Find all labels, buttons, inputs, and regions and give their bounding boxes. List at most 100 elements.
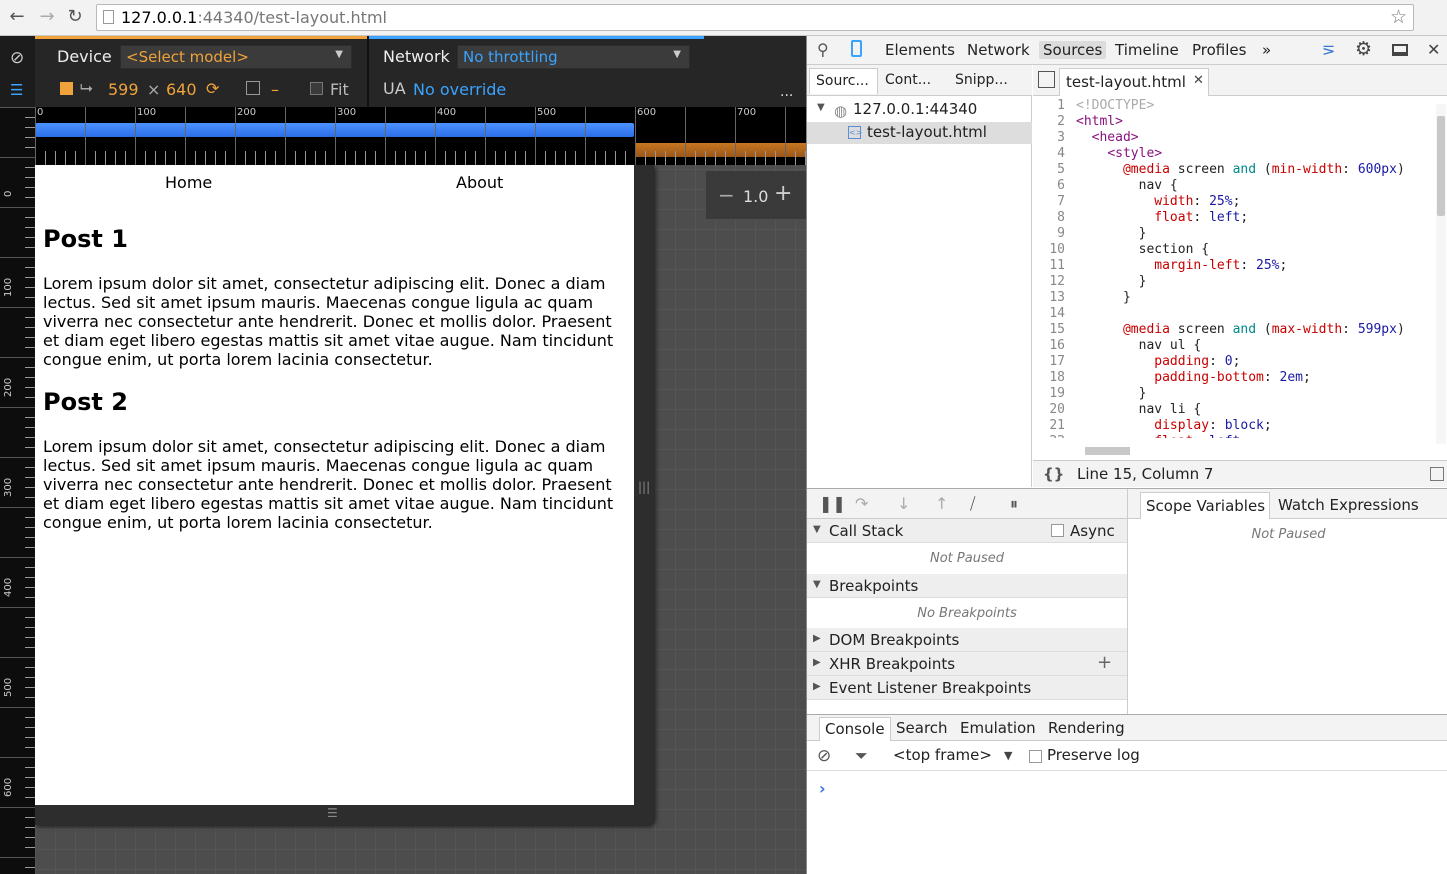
tab-emulation[interactable]: Emulation — [960, 719, 1036, 737]
add-xhr-breakpoint-icon[interactable]: + — [1097, 652, 1112, 673]
media-queries-icon[interactable]: ☰ — [10, 81, 23, 99]
tab-watch-expressions[interactable]: Watch Expressions — [1278, 496, 1419, 514]
rotate-icon[interactable]: ⟳ — [206, 79, 219, 98]
code-line[interactable]: 13 } — [1033, 290, 1433, 306]
line-number[interactable]: 19 — [1033, 386, 1065, 401]
code-line[interactable]: 20 nav li { — [1033, 402, 1433, 418]
code-line[interactable]: 8 float: left; — [1033, 210, 1433, 226]
drawer-toggle-icon[interactable]: ⋝ — [1322, 40, 1335, 59]
tab-elements[interactable]: Elements — [885, 41, 955, 59]
line-number[interactable]: 11 — [1033, 258, 1065, 273]
pause-icon[interactable]: ❚❚ — [819, 494, 846, 513]
line-number[interactable]: 18 — [1033, 370, 1065, 385]
tab-scope-variables[interactable]: Scope Variables — [1140, 492, 1270, 519]
tab-snippets[interactable]: Snipp... — [955, 72, 1008, 88]
tab-timeline[interactable]: Timeline — [1115, 41, 1179, 59]
line-number[interactable]: 7 — [1033, 194, 1065, 209]
line-number[interactable]: 17 — [1033, 354, 1065, 369]
reload-icon[interactable]: ↻ — [64, 6, 86, 28]
swap-dimensions-icon[interactable]: ⮡ — [80, 78, 93, 98]
code-line[interactable]: 12 } — [1033, 274, 1433, 290]
line-number[interactable]: 4 — [1033, 146, 1065, 161]
code-line[interactable]: 16 nav ul { — [1033, 338, 1433, 354]
tab-content-scripts[interactable]: Cont... — [885, 72, 931, 88]
pause-on-exceptions-icon[interactable]: ⏸ — [1010, 494, 1018, 514]
code-line[interactable]: 6 nav { — [1033, 178, 1433, 194]
height-field[interactable]: 640 — [166, 80, 197, 99]
line-number[interactable]: 16 — [1033, 338, 1065, 353]
line-number[interactable]: 5 — [1033, 162, 1065, 177]
line-number[interactable]: 1 — [1033, 98, 1065, 113]
zoom-in-button[interactable]: + — [774, 181, 792, 206]
line-number[interactable]: 22 — [1033, 434, 1065, 438]
clear-console-icon[interactable]: ⊘ — [817, 746, 831, 766]
gear-icon[interactable]: ⚙ — [1355, 38, 1372, 60]
code-line[interactable]: 21 display: block; — [1033, 418, 1433, 434]
line-number[interactable]: 8 — [1033, 210, 1065, 225]
line-number[interactable]: 10 — [1033, 242, 1065, 257]
tab-sources[interactable]: Sourc... — [809, 68, 878, 94]
code-line[interactable]: 5 @media screen and (min-width: 600px) — [1033, 162, 1433, 178]
disable-emulation-icon[interactable]: ⊘ — [10, 48, 24, 68]
console-prompt[interactable]: › — [819, 779, 826, 798]
code-line[interactable]: 4 <style> — [1033, 146, 1433, 162]
network-throttle-select[interactable]: No throttling ▼ — [457, 45, 690, 69]
async-checkbox[interactable] — [1051, 524, 1064, 537]
forward-arrow-icon[interactable]: → — [36, 6, 58, 28]
ua-override-field[interactable]: No override — [413, 80, 506, 99]
frame-select[interactable]: <top frame> — [893, 746, 992, 764]
line-number[interactable]: 9 — [1033, 226, 1065, 241]
call-stack-section[interactable]: ▼ Call Stack Async — [807, 519, 1127, 543]
tree-item-file[interactable]: <> test-layout.html — [807, 122, 1032, 144]
scrollbar-thumb[interactable] — [1085, 447, 1130, 455]
line-number[interactable]: 6 — [1033, 178, 1065, 193]
code-line[interactable]: 18 padding-bottom: 2em; — [1033, 370, 1433, 386]
more-options-icon[interactable]: ... — [780, 84, 793, 100]
width-field[interactable]: 599 — [108, 80, 139, 99]
tab-sources[interactable]: Sources — [1039, 41, 1107, 59]
dom-breakpoints-section[interactable]: ▶ DOM Breakpoints — [807, 628, 1127, 652]
line-number[interactable]: 20 — [1033, 402, 1065, 417]
editor-vertical-scrollbar[interactable] — [1436, 104, 1446, 444]
pixel-ratio-field[interactable]: – — [271, 80, 279, 99]
xhr-breakpoints-section[interactable]: ▶ XHR Breakpoints + — [807, 652, 1127, 676]
nav-link-home[interactable]: Home — [165, 173, 212, 192]
tab-search[interactable]: Search — [896, 719, 948, 737]
device-mode-icon[interactable] — [851, 40, 862, 57]
fit-checkbox[interactable] — [310, 82, 323, 95]
code-line[interactable]: 15 @media screen and (max-width: 599px) — [1033, 322, 1433, 338]
code-line[interactable]: 14 — [1033, 306, 1433, 322]
close-icon[interactable]: ✕ — [1427, 40, 1440, 59]
line-number[interactable]: 14 — [1033, 306, 1065, 321]
resize-handle-bottom[interactable]: ☰ — [327, 806, 338, 820]
device-model-select[interactable]: <Select model> ▼ — [120, 45, 352, 69]
step-into-icon[interactable]: ↓ — [897, 494, 910, 513]
deactivate-breakpoints-icon[interactable]: ⧸ — [970, 494, 975, 514]
line-number[interactable]: 2 — [1033, 114, 1065, 129]
filter-icon[interactable]: ⏷ — [855, 746, 868, 766]
toggle-debugger-sidebar-icon[interactable] — [1430, 467, 1444, 481]
tab-console[interactable]: Console — [819, 717, 891, 741]
breakpoints-section[interactable]: ▼ Breakpoints — [807, 574, 1127, 598]
line-number[interactable]: 3 — [1033, 130, 1065, 145]
tab-rendering[interactable]: Rendering — [1048, 719, 1125, 737]
editor-tab-file[interactable]: test-layout.html ✕ — [1059, 68, 1209, 96]
toggle-navigator-icon[interactable] — [1038, 71, 1055, 88]
code-line[interactable]: 10 section { — [1033, 242, 1433, 258]
close-tab-icon[interactable]: ✕ — [1193, 73, 1204, 88]
tree-item-host[interactable]: ▼ ◍ 127.0.0.1:44340 — [807, 99, 1032, 121]
preserve-log-checkbox[interactable] — [1029, 750, 1042, 763]
resolution-checkbox[interactable] — [60, 82, 73, 95]
event-listener-breakpoints-section[interactable]: ▶ Event Listener Breakpoints — [807, 676, 1127, 700]
line-number[interactable]: 12 — [1033, 274, 1065, 289]
resize-handle-right[interactable]: ||| — [638, 480, 650, 494]
code-line[interactable]: 1 <!DOCTYPE> — [1033, 98, 1433, 114]
line-number[interactable]: 13 — [1033, 290, 1065, 305]
code-line[interactable]: 22 float: left; — [1033, 434, 1433, 438]
tab-profiles[interactable]: Profiles — [1192, 41, 1246, 59]
star-icon[interactable]: ☆ — [1390, 6, 1407, 28]
more-tabs-icon[interactable]: » — [1262, 41, 1271, 59]
code-line[interactable]: 9 } — [1033, 226, 1433, 242]
editor-horizontal-scrollbar[interactable] — [1073, 445, 1418, 455]
code-area[interactable]: 1 <!DOCTYPE> 2 <html> 3 <head> 4 <style> 5 @me… — [1033, 98, 1433, 438]
